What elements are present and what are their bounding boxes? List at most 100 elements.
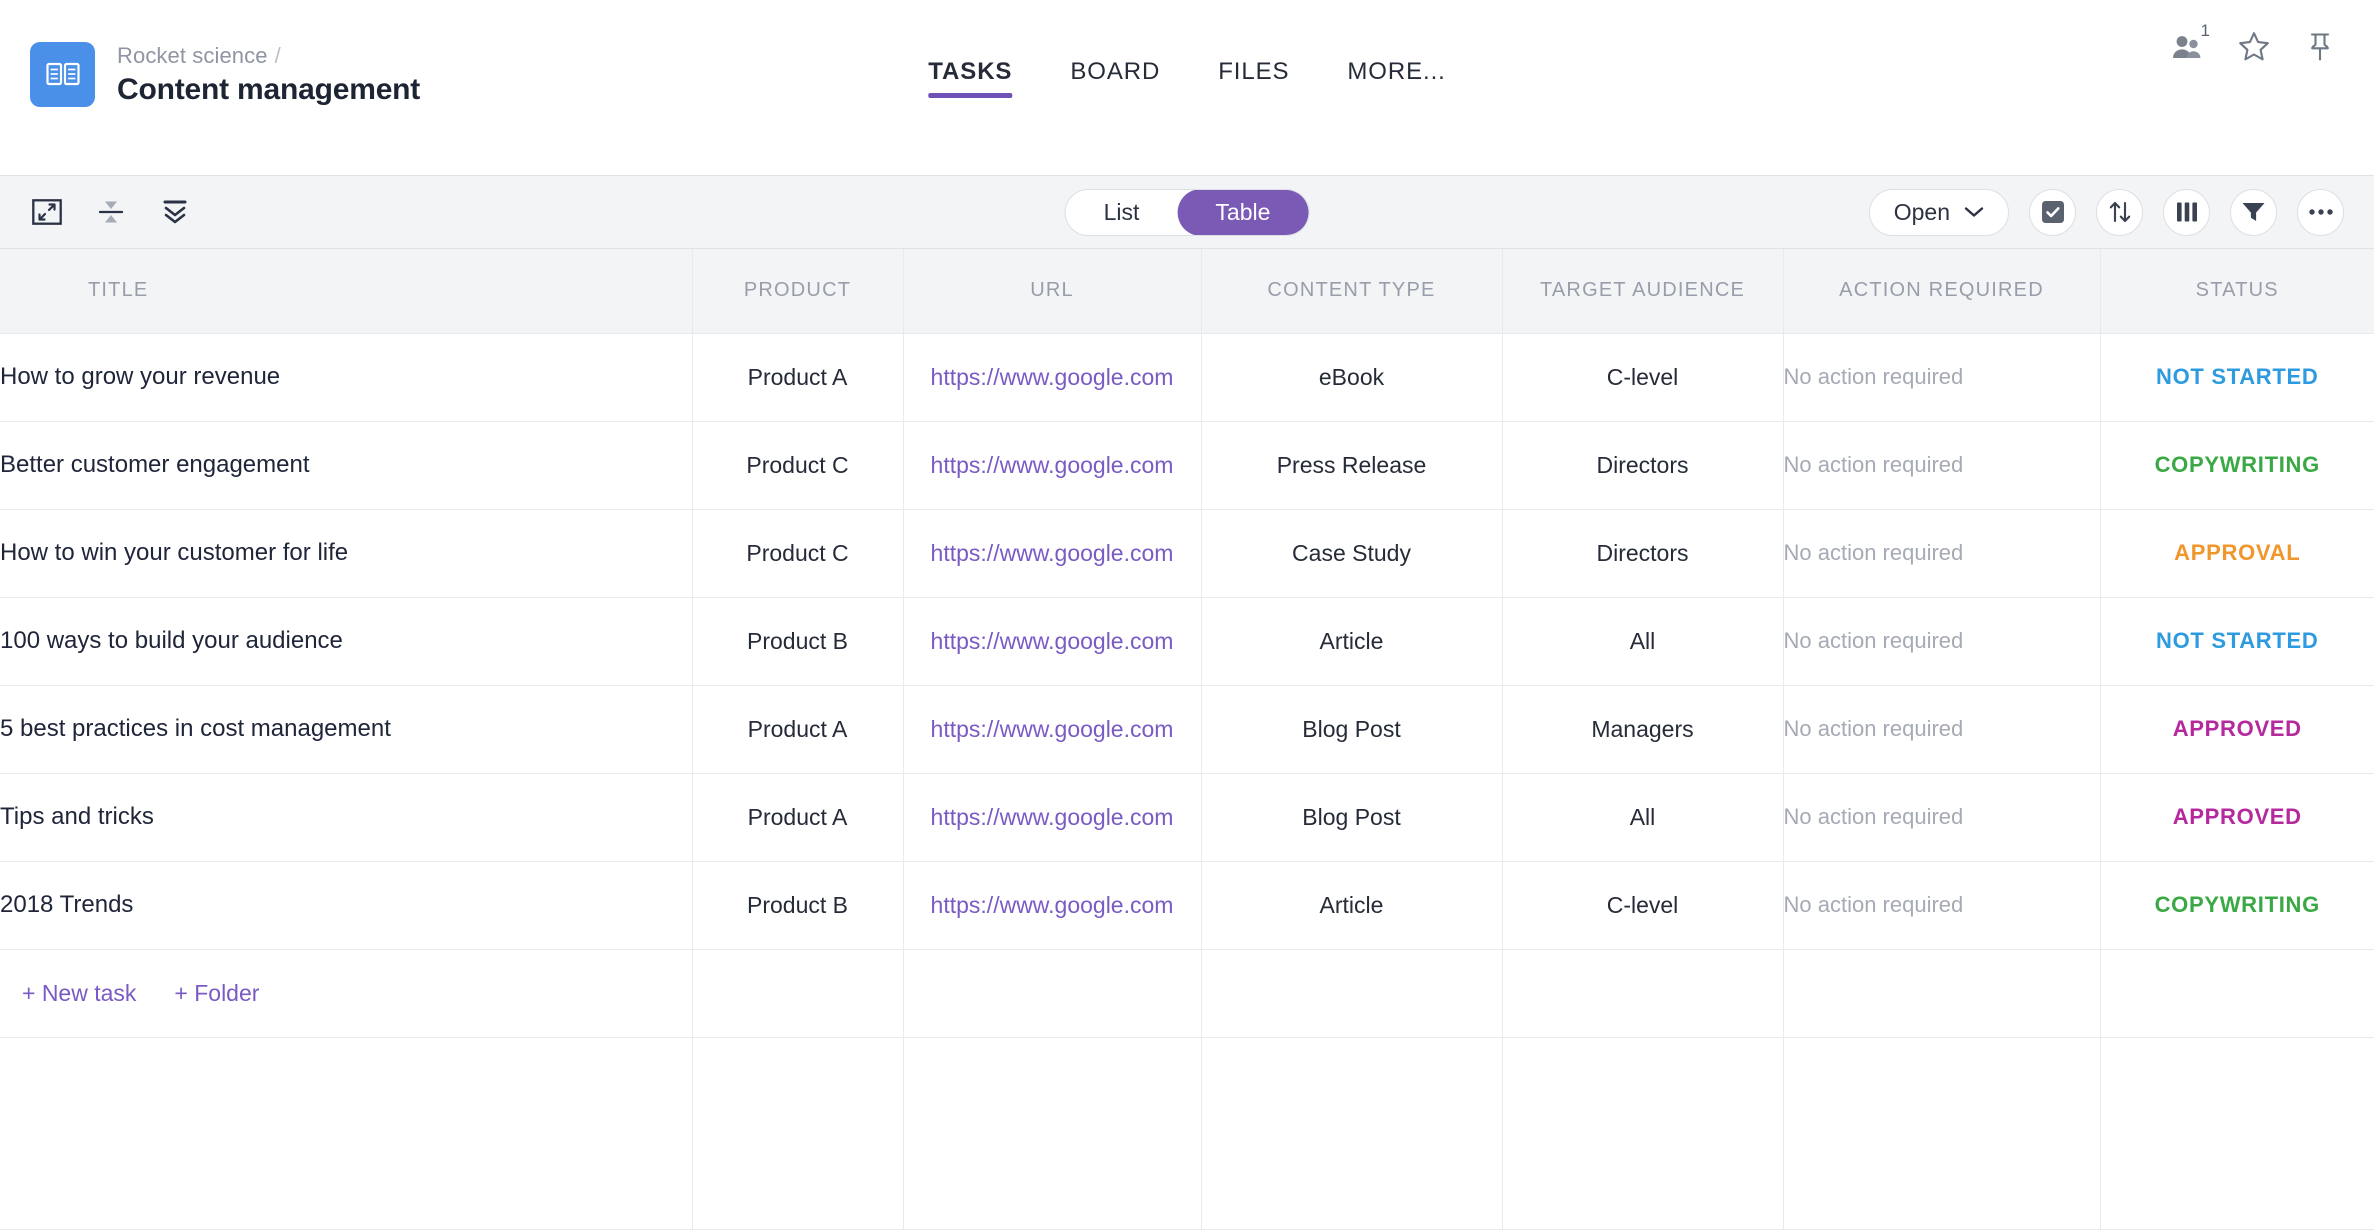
- fullscreen-button[interactable]: [26, 191, 68, 233]
- url-link[interactable]: https://www.google.com: [931, 892, 1174, 918]
- new-task-button[interactable]: + New task: [22, 980, 136, 1007]
- column-header-target-audience[interactable]: TARGET AUDIENCE: [1502, 249, 1784, 334]
- table-row[interactable]: 100 ways to build your audience Product B…: [0, 597, 2374, 686]
- table-head: TITLE PRODUCT URL CONTENT TYPE TARGET AU…: [0, 249, 2374, 334]
- cell-title[interactable]: 100 ways to build your audience: [0, 597, 693, 686]
- new-folder-button[interactable]: + Folder: [174, 980, 259, 1007]
- cell-title[interactable]: How to grow your revenue: [0, 333, 693, 422]
- status-filter-dropdown[interactable]: Open: [1868, 188, 2009, 236]
- cell-action-required[interactable]: No action required: [1783, 597, 2101, 686]
- cell-title[interactable]: Better customer engagement: [0, 421, 693, 510]
- project-logo[interactable]: [30, 42, 95, 107]
- cell-title[interactable]: 5 best practices in cost management: [0, 685, 693, 774]
- fullscreen-icon: [32, 199, 62, 225]
- status-badge[interactable]: COPYWRITING: [2100, 861, 2374, 950]
- cell-product[interactable]: Product B: [692, 861, 904, 950]
- cell-title[interactable]: 2018 Trends: [0, 861, 693, 950]
- columns-icon: [2176, 202, 2197, 222]
- pin-button[interactable]: [2300, 26, 2340, 66]
- column-header-url[interactable]: URL: [903, 249, 1202, 334]
- tab-board[interactable]: BOARD: [1070, 58, 1160, 98]
- cell-target-audience[interactable]: Managers: [1502, 685, 1784, 774]
- cell-product[interactable]: Product A: [692, 333, 904, 422]
- column-header-content-type[interactable]: CONTENT TYPE: [1201, 249, 1503, 334]
- url-link[interactable]: https://www.google.com: [931, 452, 1174, 478]
- cell-content-type[interactable]: eBook: [1201, 333, 1503, 422]
- cell-product[interactable]: Product C: [692, 421, 904, 510]
- cell-action-required[interactable]: No action required: [1783, 773, 2101, 862]
- sort-button[interactable]: [2096, 188, 2143, 236]
- cell-content-type[interactable]: Blog Post: [1201, 685, 1503, 774]
- cell-content-type[interactable]: Article: [1201, 861, 1503, 950]
- tab-tasks[interactable]: TASKS: [928, 58, 1013, 98]
- status-badge[interactable]: NOT STARTED: [2100, 333, 2374, 422]
- cell-product[interactable]: Product A: [692, 773, 904, 862]
- blank-cell: [1783, 1037, 2101, 1230]
- book-icon: [45, 62, 80, 85]
- cell-target-audience[interactable]: All: [1502, 773, 1784, 862]
- cell-target-audience[interactable]: Directors: [1502, 509, 1784, 598]
- column-header-title[interactable]: TITLE: [0, 249, 693, 334]
- table-row[interactable]: How to grow your revenue Product A https:/…: [0, 333, 2374, 422]
- table-row[interactable]: 5 best practices in cost management Produ…: [0, 685, 2374, 774]
- cell-content-type[interactable]: Case Study: [1201, 509, 1503, 598]
- view-toggle-table[interactable]: Table: [1177, 189, 1309, 235]
- footer-empty-cell: [1783, 949, 2101, 1038]
- url-link[interactable]: https://www.google.com: [931, 716, 1174, 742]
- tasks-table: TITLE PRODUCT URL CONTENT TYPE TARGET AU…: [0, 249, 2374, 1230]
- cell-product[interactable]: Product B: [692, 597, 904, 686]
- more-options-button[interactable]: [2297, 188, 2344, 236]
- url-link[interactable]: https://www.google.com: [931, 540, 1174, 566]
- favorite-button[interactable]: [2234, 26, 2274, 66]
- column-header-product[interactable]: PRODUCT: [692, 249, 904, 334]
- tab-more[interactable]: MORE...: [1347, 58, 1445, 98]
- cell-action-required[interactable]: No action required: [1783, 509, 2101, 598]
- cell-action-required[interactable]: No action required: [1783, 421, 2101, 510]
- cell-title[interactable]: Tips and tricks: [0, 773, 693, 862]
- cell-url: https://www.google.com: [903, 509, 1202, 598]
- cell-product[interactable]: Product C: [692, 509, 904, 598]
- table-row[interactable]: Better customer engagement Product C https…: [0, 421, 2374, 510]
- url-link[interactable]: https://www.google.com: [931, 804, 1174, 830]
- cell-target-audience[interactable]: C-level: [1502, 861, 1784, 950]
- status-badge[interactable]: COPYWRITING: [2100, 421, 2374, 510]
- tab-files[interactable]: FILES: [1218, 58, 1289, 98]
- cell-content-type[interactable]: Blog Post: [1201, 773, 1503, 862]
- footer-empty-cell: [1201, 949, 1503, 1038]
- cell-url: https://www.google.com: [903, 685, 1202, 774]
- footer-empty-cell: [2100, 949, 2374, 1038]
- select-mode-button[interactable]: [2029, 188, 2076, 236]
- collapse-all-button[interactable]: [90, 191, 132, 233]
- page-title: Content management: [117, 72, 421, 106]
- table-row[interactable]: How to win your customer for life Product…: [0, 509, 2374, 598]
- status-badge[interactable]: APPROVED: [2100, 773, 2374, 862]
- cell-action-required[interactable]: No action required: [1783, 861, 2101, 950]
- filter-button[interactable]: [2230, 188, 2277, 236]
- cell-action-required[interactable]: No action required: [1783, 333, 2101, 422]
- expand-all-button[interactable]: [154, 191, 196, 233]
- cell-product[interactable]: Product A: [692, 685, 904, 774]
- cell-target-audience[interactable]: All: [1502, 597, 1784, 686]
- cell-title[interactable]: How to win your customer for life: [0, 509, 693, 598]
- view-toggle-list[interactable]: List: [1066, 190, 1178, 235]
- url-link[interactable]: https://www.google.com: [931, 364, 1174, 390]
- url-link[interactable]: https://www.google.com: [931, 628, 1174, 654]
- columns-button[interactable]: [2163, 188, 2210, 236]
- status-badge[interactable]: NOT STARTED: [2100, 597, 2374, 686]
- table-row[interactable]: 2018 Trends Product B https://www.google.c…: [0, 861, 2374, 950]
- cell-content-type[interactable]: Press Release: [1201, 421, 1503, 510]
- column-header-action-required[interactable]: ACTION REQUIRED: [1783, 249, 2101, 334]
- cell-target-audience[interactable]: C-level: [1502, 333, 1784, 422]
- breadcrumb-parent[interactable]: Rocket science: [117, 43, 268, 68]
- column-header-status[interactable]: STATUS: [2100, 249, 2374, 334]
- status-badge[interactable]: APPROVED: [2100, 685, 2374, 774]
- status-badge[interactable]: APPROVAL: [2100, 509, 2374, 598]
- breadcrumb-separator: /: [274, 42, 281, 68]
- cell-target-audience[interactable]: Directors: [1502, 421, 1784, 510]
- project-brand: Rocket science / Content management: [0, 0, 420, 107]
- members-button[interactable]: 1: [2168, 22, 2210, 66]
- table-blank-row: [0, 1037, 2374, 1230]
- cell-action-required[interactable]: No action required: [1783, 685, 2101, 774]
- table-row[interactable]: Tips and tricks Product A https://www.goog…: [0, 773, 2374, 862]
- cell-content-type[interactable]: Article: [1201, 597, 1503, 686]
